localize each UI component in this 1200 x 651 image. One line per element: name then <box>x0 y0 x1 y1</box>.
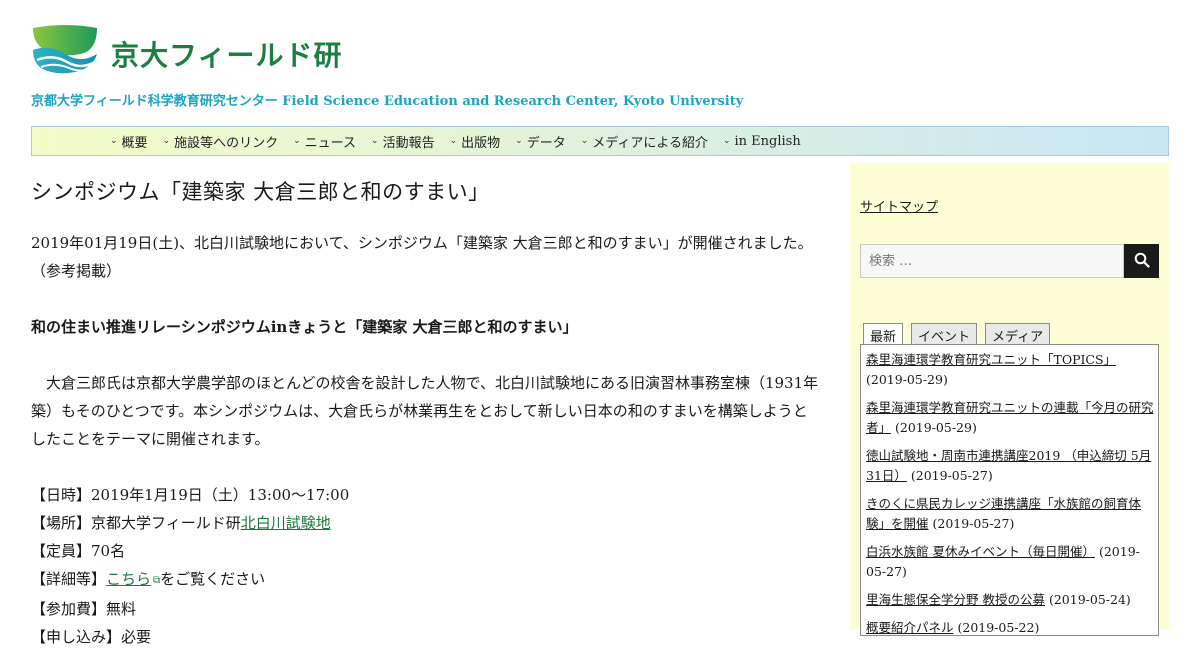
chevron-down-icon: ⌄ <box>515 136 523 146</box>
site-description: 京都大学フィールド科学教育研究センター Field Science Educat… <box>31 94 744 109</box>
nav-item-publications[interactable]: ⌄ 出版物 <box>450 132 501 151</box>
details-link[interactable]: こちら ⧉ <box>106 570 160 588</box>
nav-item-overview[interactable]: ⌄ 概要 <box>110 132 148 151</box>
news-link[interactable]: 森里海連環学教育研究ユニット「TOPICS」 <box>866 352 1116 367</box>
list-item: 徳山試験地・周南市連携講座2019 （申込締切 5月31日） (2019-05-… <box>866 446 1156 486</box>
event-application: 【申し込み】必要 <box>31 628 152 646</box>
news-date: (2019-05-22) <box>957 620 1040 635</box>
list-item: 里海生態保全学分野 教授の公募 (2019-05-24) <box>866 590 1156 610</box>
event-details: 【詳細等】こちら ⧉をご覧ください <box>31 565 349 595</box>
chevron-down-icon: ⌄ <box>722 136 731 146</box>
event-place: 【場所】京都大学フィールド研北白川試験地 <box>31 509 349 537</box>
nav-item-label: 出版物 <box>461 135 501 151</box>
event-details-suffix: をご覧ください <box>160 570 266 588</box>
search-form <box>860 244 1159 278</box>
chevron-down-icon: ⌄ <box>110 136 118 146</box>
nav-item-label: メディアによる紹介 <box>592 135 708 151</box>
list-item: 森里海連環学教育研究ユニット「TOPICS」 (2019-05-29) <box>866 350 1156 390</box>
list-item: 白浜水族館 夏休みイベント（毎日開催） (2019-05-27) <box>866 542 1156 582</box>
post-title: シンポジウム「建築家 大倉三郎と和のすまい」 <box>31 180 490 204</box>
post-subtitle: 和の住まい推進リレーシンポジウムinきょうと「建築家 大倉三郎と和のすまい」 <box>31 318 578 336</box>
event-info: 【日時】2019年1月19日（土）13:00～17:00 【場所】京都大学フィー… <box>31 481 349 651</box>
news-link[interactable]: 概要紹介パネル <box>866 620 954 635</box>
search-input[interactable] <box>860 244 1124 278</box>
news-link[interactable]: 徳山試験地・周南市連携講座2019 （申込締切 5月31日） <box>866 448 1151 483</box>
event-capacity: 【定員】70名 <box>31 542 126 560</box>
search-button[interactable] <box>1124 244 1159 278</box>
nav-item-news[interactable]: ⌄ ニュース <box>293 132 356 151</box>
nav-item-label: 施設等へのリンク <box>174 135 279 151</box>
site-title[interactable]: 京大フィールド研 <box>111 34 342 74</box>
nav-item-label: データ <box>526 135 566 151</box>
post-intro: 2019年01月19日(土)、北白川試験地において、シンポジウム「建築家 大倉三… <box>31 234 813 280</box>
tab-media[interactable]: メディア <box>985 323 1051 345</box>
main-navigation: ⌄ 概要 ⌄ 施設等へのリンク ⌄ ニュース ⌄ 活動報告 ⌄ 出版物 ⌄ データ ⌄ メディ… <box>31 126 1169 156</box>
list-item: 森里海連環学教育研究ユニットの連載「今月の研究者」 (2019-05-29) <box>866 398 1156 438</box>
news-date: (2019-05-27) <box>910 468 993 483</box>
chevron-down-icon: ⌄ <box>162 136 171 146</box>
event-details-label: 【詳細等】 <box>31 570 107 588</box>
wave-leaf-logo-icon[interactable] <box>31 24 99 76</box>
nav-item-media[interactable]: ⌄ メディアによる紹介 <box>581 132 708 151</box>
main-content: シンポジウム「建築家 大倉三郎と和のすまい」 2019年01月19日(土)、北白… <box>31 176 821 646</box>
chevron-down-icon: ⌄ <box>449 136 458 146</box>
news-panel: 森里海連環学教育研究ユニット「TOPICS」 (2019-05-29) 森里海連… <box>860 344 1159 636</box>
sitemap-link[interactable]: サイトマップ <box>860 196 938 215</box>
event-fee: 【参加費】無料 <box>31 600 137 618</box>
news-link[interactable]: 里海生態保全学分野 教授の公募 <box>866 592 1045 607</box>
nav-item-data[interactable]: ⌄ データ <box>515 132 566 151</box>
news-link[interactable]: 白浜水族館 夏休みイベント（毎日開催） <box>866 544 1095 559</box>
list-item: 概要紹介パネル (2019-05-22) <box>866 618 1156 635</box>
chevron-down-icon: ⌄ <box>580 136 589 146</box>
nav-item-english[interactable]: ⌄ in English <box>723 134 801 149</box>
chevron-down-icon: ⌄ <box>293 136 301 146</box>
news-date: (2019-05-27) <box>932 516 1015 531</box>
tab-latest[interactable]: 最新 <box>863 323 904 345</box>
sidebar: サイトマップ 最新 イベント メディア 森里海連環学教育研究ユニット「TOPIC… <box>850 163 1169 636</box>
chevron-down-icon: ⌄ <box>371 136 379 146</box>
nav-item-activity-report[interactable]: ⌄ 活動報告 <box>371 132 435 151</box>
tab-events[interactable]: イベント <box>911 323 978 345</box>
event-place-label: 【場所】京都大学フィールド研 <box>31 514 241 532</box>
nav-item-label: ニュース <box>304 135 357 151</box>
post-body: 大倉三郎氏は京都大学農学部のほとんどの校舎を設計した人物で、北白川試験地にある旧… <box>31 374 819 448</box>
details-link-label: こちら <box>106 570 152 588</box>
nav-item-facility-links[interactable]: ⌄ 施設等へのリンク <box>163 132 279 151</box>
news-date: (2019-05-29) <box>866 372 948 387</box>
nav-item-label: 活動報告 <box>382 135 435 151</box>
nav-item-label: 概要 <box>121 135 148 151</box>
nav-item-label: in English <box>734 133 801 149</box>
news-date: (2019-05-24) <box>1048 592 1131 607</box>
site-header: 京大フィールド研 京都大学フィールド科学教育研究センター Field Scien… <box>31 24 1169 114</box>
list-item: きのくに県民カレッジ連携講座「水族館の飼育体験」を開催 (2019-05-27) <box>866 494 1156 534</box>
place-link[interactable]: 北白川試験地 <box>241 514 331 532</box>
news-tabs: 最新 イベント メディア <box>863 323 1058 345</box>
search-icon <box>1134 252 1150 271</box>
event-datetime: 【日時】2019年1月19日（土）13:00～17:00 <box>31 486 350 504</box>
news-date: (2019-05-29) <box>895 420 977 435</box>
